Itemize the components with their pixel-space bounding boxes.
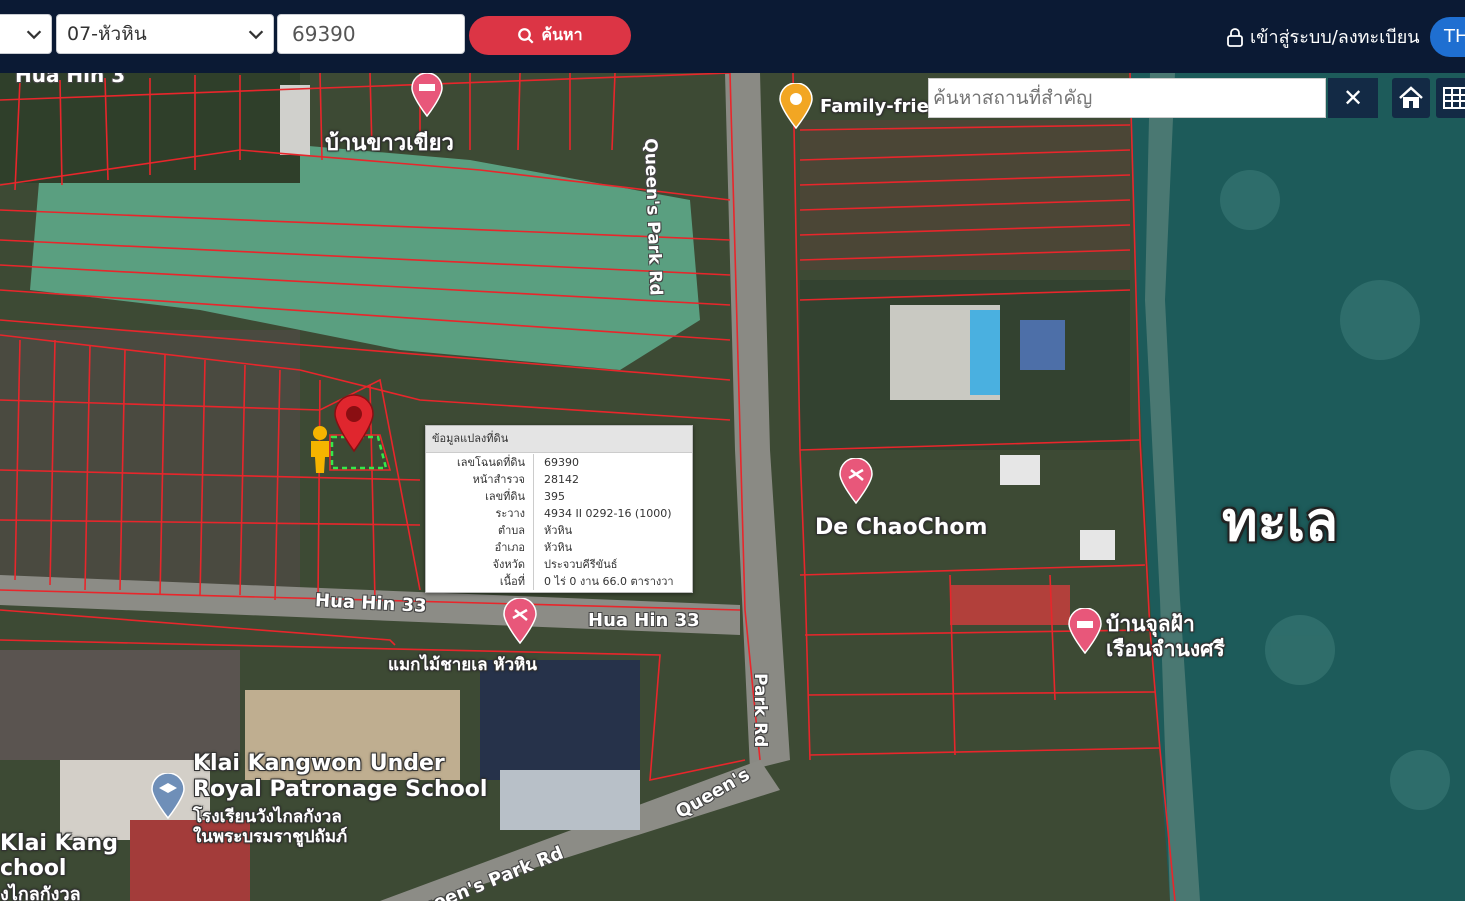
popup-title: ข้อมูลแปลงที่ดิน: [426, 426, 692, 453]
close-icon: ✕: [1342, 84, 1364, 112]
popup-key: เลขโฉนดที่ดิน: [426, 454, 534, 471]
poi-label[interactable]: ในพระบรมราชูปถัมภ์: [193, 823, 347, 850]
road-label: Hua Hin 3: [15, 73, 126, 87]
popup-value: 4934 II 0292-16 (1000): [544, 507, 672, 520]
clear-search-button[interactable]: ✕: [1328, 78, 1378, 118]
search-icon: [518, 27, 534, 44]
sea-label: ทะเล: [1222, 490, 1339, 553]
poi-label[interactable]: Family-frien: [820, 96, 942, 117]
popup-row: เลขที่ดิน 395: [426, 488, 692, 505]
road-label: Hua Hin 33: [588, 610, 700, 631]
language-label: TH: [1444, 26, 1465, 47]
popup-value: 28142: [544, 473, 579, 486]
poi-label[interactable]: แมกไม้ชายเล หัวหิน: [388, 651, 537, 678]
school-poi-pin-icon[interactable]: [150, 773, 186, 819]
popup-key: อำเภอ: [426, 539, 534, 556]
popup-key: หน้าสำรวจ: [426, 471, 534, 488]
popup-row: จังหวัด ประจวบคีรีขันธ์: [426, 556, 692, 573]
popup-value: 69390: [544, 456, 579, 469]
login-label: เข้าสู่ระบบ/ลงทะเบียน: [1250, 27, 1420, 48]
popup-key: จังหวัด: [426, 556, 534, 573]
chevron-down-icon: [26, 30, 42, 40]
poi-label[interactable]: บ้านขาวเขียว: [325, 125, 454, 160]
popup-value: หัวหิน: [544, 524, 573, 537]
popup-key: ตำบล: [426, 522, 534, 539]
poi-label[interactable]: Royal Patronage School: [193, 777, 487, 802]
popup-row: หน้าสำรวจ 28142: [426, 471, 692, 488]
search-button-label: ค้นหา: [541, 25, 583, 44]
popup-row: เนื้อที่ 0 ไร่ 0 งาน 66.0 ตารางวา: [426, 573, 692, 590]
popup-value: หัวหิน: [544, 541, 573, 554]
search-button[interactable]: ค้นหา: [469, 16, 631, 55]
province-select[interactable]: [0, 14, 52, 54]
layer-grid-button[interactable]: [1436, 78, 1465, 118]
street-view-pegman-icon[interactable]: [307, 425, 333, 475]
map-view[interactable]: Hua Hin 3 Queen's Park Rd Hua Hin 33 Hua…: [0, 73, 1465, 901]
popup-key: เนื้อที่: [426, 573, 534, 590]
poi-label[interactable]: Klai Kang: [0, 831, 118, 856]
lock-icon: [1227, 27, 1243, 47]
top-navbar: 07-หัวหิน ค้นหา เข้าสู่ระบบ/ลงทะเบียน TH: [0, 0, 1465, 73]
restaurant-poi-pin-icon[interactable]: [502, 598, 538, 644]
hotel-poi-pin-icon[interactable]: [410, 73, 444, 117]
chevron-down-icon: [248, 30, 264, 40]
popup-row: ระวาง 4934 II 0292-16 (1000): [426, 505, 692, 522]
district-select-value: 07-หัวหิน: [67, 23, 147, 45]
popup-value: 395: [544, 490, 565, 503]
popup-key: ระวาง: [426, 505, 534, 522]
location-marker-icon[interactable]: [332, 393, 376, 453]
popup-value: ประจวบคีรีขันธ์: [544, 558, 618, 571]
login-link[interactable]: เข้าสู่ระบบ/ลงทะเบียน: [1226, 22, 1420, 51]
parcel-info-popup: ข้อมูลแปลงที่ดิน เลขโฉนดที่ดิน 69390 หน้า…: [425, 425, 693, 593]
poi-label[interactable]: เรือนจำนงศรี: [1106, 633, 1225, 666]
road-label: Park Rd: [750, 673, 770, 748]
popup-row: อำเภอ หัวหิน: [426, 539, 692, 556]
language-button[interactable]: TH: [1430, 17, 1465, 57]
popup-row: ตำบล หัวหิน: [426, 522, 692, 539]
home-icon: [1399, 86, 1423, 108]
district-select[interactable]: 07-หัวหิน: [56, 14, 274, 54]
popup-row: เลขโฉนดที่ดิน 69390: [426, 454, 692, 471]
home-button[interactable]: [1392, 78, 1430, 118]
poi-pin-icon[interactable]: [778, 83, 814, 129]
popup-value: 0 ไร่ 0 งาน 66.0 ตารางวา: [544, 575, 674, 588]
parcel-number-input[interactable]: [277, 14, 465, 54]
popup-key: เลขที่ดิน: [426, 488, 534, 505]
poi-label[interactable]: De ChaoChom: [815, 515, 987, 540]
shopping-poi-pin-icon[interactable]: [838, 458, 874, 504]
poi-label[interactable]: Klai Kangwon Under: [193, 751, 445, 776]
place-search-input[interactable]: [928, 78, 1326, 118]
hotel-poi-pin-icon[interactable]: [1067, 608, 1103, 654]
poi-label[interactable]: งไกลกังวล: [0, 879, 81, 901]
poi-label[interactable]: chool: [0, 856, 66, 881]
grid-icon: [1443, 87, 1465, 109]
